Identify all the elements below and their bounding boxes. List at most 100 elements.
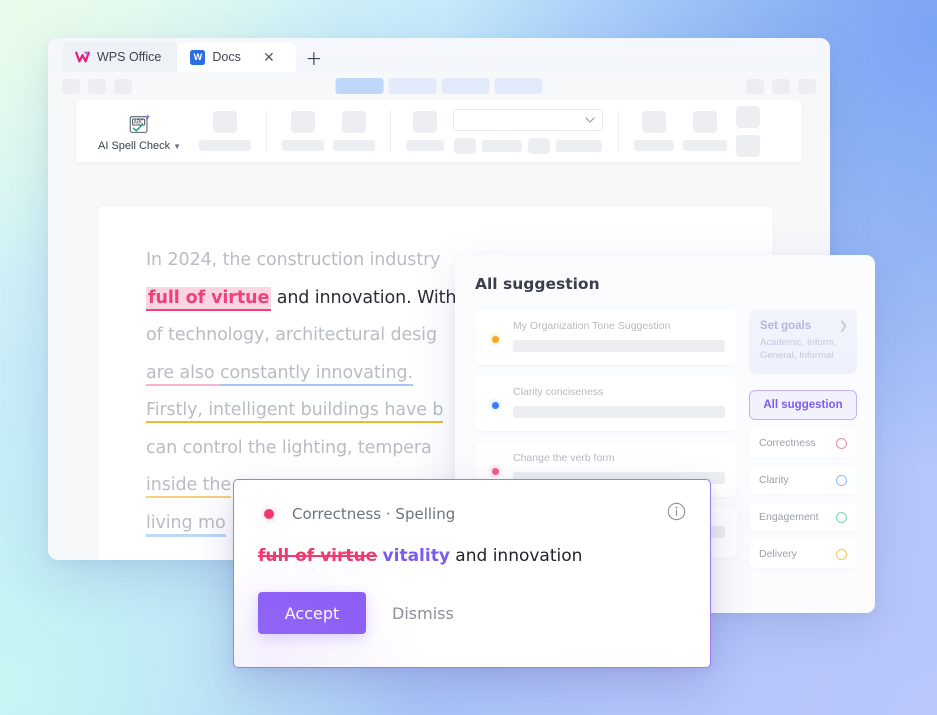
docs-w-icon: W (190, 49, 206, 65)
ribbon-label-placeholder (199, 140, 252, 151)
info-circle-icon[interactable] (667, 502, 686, 526)
category-clarity[interactable]: Clarity (749, 466, 857, 494)
set-goals-subtitle: Academic, Inform, General, Informal (760, 337, 837, 361)
tab-docs-label: Docs (212, 50, 241, 64)
trailing-text: and innovation (449, 546, 583, 566)
ribbon-button-placeholder[interactable] (736, 134, 761, 157)
ribbon-button-placeholder[interactable] (454, 137, 477, 154)
accept-button[interactable]: Accept (258, 592, 366, 634)
ribbon-button-placeholder[interactable] (213, 111, 238, 133)
suggestion-card-label: My Organization Tone Suggestion (513, 320, 671, 332)
ribbon-control[interactable] (199, 111, 252, 151)
tab-wps-office[interactable]: WPS Office (62, 42, 178, 72)
pink-underline-text[interactable]: are also (146, 362, 220, 386)
ribbon-font-select-column[interactable] (453, 108, 604, 154)
suggestion-text-placeholder (513, 406, 725, 418)
blue-underline-text[interactable]: living mo (146, 512, 226, 537)
ribbon-control[interactable] (333, 111, 376, 151)
browser-tab-strip: WPS Office W Docs ✕ ＋ (48, 38, 830, 72)
category-label: Correctness (759, 437, 816, 449)
ribbon-control[interactable] (282, 111, 325, 151)
ribbon-label-placeholder (634, 140, 675, 151)
ribbon-button-placeholder[interactable] (413, 111, 438, 133)
abc-spellcheck-icon: ABC (129, 114, 150, 134)
close-icon[interactable]: ✕ (258, 46, 280, 68)
new-tab-icon[interactable]: ＋ (302, 45, 326, 69)
suggestion-card-body: My Organization Tone Suggestion (513, 320, 725, 352)
category-delivery[interactable]: Delivery (749, 540, 857, 568)
correctness-dot-icon (258, 503, 280, 525)
popup-category-label: Correctness · Spelling (292, 505, 456, 523)
ribbon-toolbar: ABC AI Spell Check ▼ (76, 100, 802, 162)
ribbon-button-placeholder[interactable] (736, 105, 761, 128)
ribbon-control[interactable] (406, 111, 445, 151)
category-correctness[interactable]: Correctness (749, 429, 857, 457)
ribbon-button-placeholder[interactable] (291, 111, 316, 133)
popup-header: Correctness · Spelling (258, 502, 686, 526)
ribbon-group-1 (193, 111, 257, 151)
ribbon-divider (266, 110, 268, 152)
menu-tab-placeholder[interactable] (388, 78, 437, 94)
original-text: full of virtue (258, 546, 378, 566)
chevron-right-icon: ❯ (838, 320, 848, 332)
clarity-ring-icon (836, 474, 847, 486)
menu-tab-placeholder[interactable] (494, 78, 543, 94)
ribbon-control[interactable] (634, 111, 675, 151)
popup-suggestion-text: full of virtue vitality and innovation (258, 546, 686, 566)
ribbon-control[interactable] (736, 105, 761, 157)
category-label: Engagement (759, 511, 819, 523)
ribbon-group-3 (400, 108, 609, 154)
ai-spell-check-button[interactable]: ABC AI Spell Check ▼ (86, 110, 193, 152)
ribbon-group-2 (276, 111, 381, 151)
panel-title: All suggestion (475, 275, 600, 293)
blue-underline-text[interactable]: constantly innovating. (219, 362, 413, 386)
suggestion-card[interactable]: My Organization Tone Suggestion (475, 309, 737, 365)
spelling-error-highlight[interactable]: full of virtue (146, 286, 272, 311)
ribbon-label-placeholder (333, 140, 376, 151)
ribbon-divider (618, 110, 620, 152)
panel-sidebar: ❯ Set goals Academic, Inform, General, I… (749, 309, 857, 568)
menu-item-placeholder[interactable] (88, 78, 106, 94)
ribbon-group-4 (628, 105, 766, 157)
wps-logo-icon (75, 51, 90, 63)
menu-item-placeholder[interactable] (114, 78, 132, 94)
category-label: Clarity (759, 474, 789, 486)
ai-spell-check-label: AI Spell Check ▼ (98, 140, 182, 152)
category-engagement[interactable]: Engagement (749, 503, 857, 531)
menu-bar-center-group (335, 78, 543, 94)
ribbon-label-placeholder (406, 140, 445, 151)
chevron-down-icon: ▼ (173, 141, 182, 151)
set-goals-title: Set goals (760, 320, 812, 332)
ribbon-label-placeholder (482, 139, 523, 152)
menu-item-placeholder[interactable] (62, 78, 80, 94)
dismiss-button[interactable]: Dismiss (376, 592, 470, 634)
tab-docs[interactable]: W Docs ✕ (177, 42, 296, 72)
menu-bar-right-group (746, 78, 816, 94)
ribbon-divider (390, 110, 392, 152)
suggestion-text-placeholder (513, 340, 725, 352)
ribbon-button-placeholder[interactable] (693, 111, 718, 133)
window-control-placeholder[interactable] (746, 78, 764, 94)
tone-dot-icon (487, 331, 503, 347)
suggestion-card[interactable]: Clarity conciseness (475, 375, 737, 431)
all-suggestion-button[interactable]: All suggestion (749, 390, 857, 420)
menu-tab-placeholder[interactable] (441, 78, 490, 94)
chevron-down-icon (585, 116, 595, 123)
orange-underline-text[interactable]: inside the (146, 475, 231, 498)
clarity-dot-icon (487, 397, 503, 413)
ribbon-label-placeholder (683, 140, 728, 151)
replacement-text: vitality (382, 546, 450, 566)
ribbon-label-placeholder (282, 140, 325, 151)
font-select[interactable] (453, 108, 604, 131)
ribbon-label-placeholder (556, 139, 603, 152)
orange-underline-text[interactable]: Firstly, intelligent buildings have b (146, 400, 444, 423)
popup-actions: Accept Dismiss (258, 592, 686, 634)
window-control-placeholder[interactable] (798, 78, 816, 94)
ribbon-button-placeholder[interactable] (642, 111, 667, 133)
window-control-placeholder[interactable] (772, 78, 790, 94)
set-goals-card[interactable]: ❯ Set goals Academic, Inform, General, I… (749, 309, 857, 374)
menu-tab-placeholder-active[interactable] (335, 78, 384, 94)
ribbon-control[interactable] (683, 111, 728, 151)
ribbon-button-placeholder[interactable] (342, 111, 367, 133)
ribbon-button-placeholder[interactable] (528, 137, 551, 154)
